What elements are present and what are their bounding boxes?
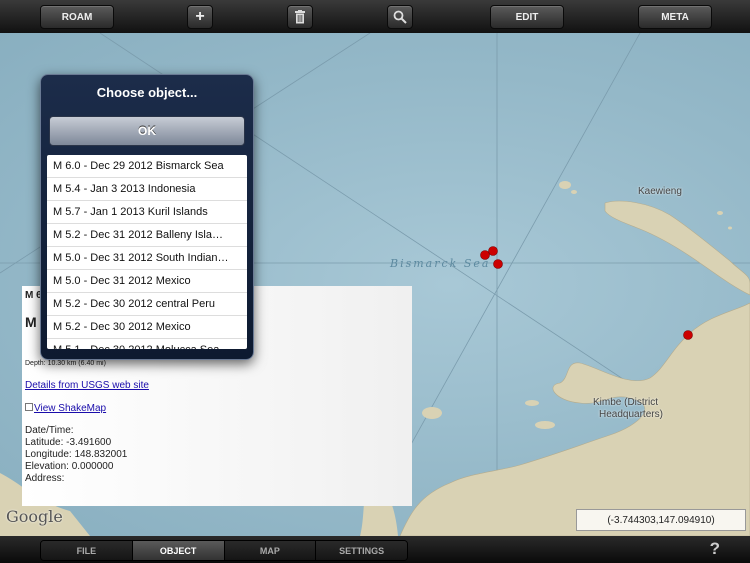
longitude-text: Longitude: 148.832001 — [25, 449, 128, 460]
trash-button[interactable] — [287, 5, 313, 29]
trash-icon — [295, 10, 305, 24]
place-label-kimbe-1: Kimbe (District — [593, 397, 659, 408]
details-link[interactable]: Details from USGS web site — [25, 380, 149, 391]
tab-segment: FILE OBJECT MAP SETTINGS — [40, 540, 408, 561]
elevation-text: Elevation: 0.000000 — [25, 461, 114, 472]
search-icon — [393, 10, 407, 24]
meta-button[interactable]: META — [638, 5, 712, 29]
datetime-label: Date/Time: — [25, 425, 74, 436]
object-list[interactable]: M 6.0 - Dec 29 2012 Bismarck Sea M 5.4 -… — [47, 155, 247, 349]
address-label: Address: — [25, 473, 65, 484]
tab-file[interactable]: FILE — [41, 541, 133, 560]
coordinate-readout: (-3.744303,147.094910) — [576, 509, 746, 531]
choose-object-popover: Choose object... OK M 6.0 - Dec 29 2012 … — [40, 74, 254, 360]
tab-settings[interactable]: SETTINGS — [316, 541, 407, 560]
shakemap-row: View ShakeMap — [25, 403, 106, 414]
list-item[interactable]: M 6.0 - Dec 29 2012 Bismarck Sea — [47, 155, 247, 178]
info-meta: Date/Time: Latitude: -3.491600 Longitude… — [25, 425, 127, 485]
search-button[interactable] — [387, 5, 413, 29]
popover-title: Choose object... — [96, 85, 198, 100]
help-button[interactable]: ? — [710, 539, 720, 559]
tab-map[interactable]: MAP — [224, 541, 317, 560]
earthquake-marker[interactable] — [488, 246, 498, 256]
list-item[interactable]: M 5.0 - Dec 31 2012 Mexico — [47, 270, 247, 293]
place-label-kimbe-2: Headquarters) — [599, 409, 663, 420]
latitude-text: Latitude: -3.491600 — [25, 437, 112, 448]
tab-object[interactable]: OBJECT — [132, 541, 225, 560]
edit-button[interactable]: EDIT — [490, 5, 564, 29]
earthquake-marker[interactable] — [493, 259, 503, 269]
shakemap-link[interactable]: View ShakeMap — [34, 403, 106, 414]
depth-text: Depth: 10.30 km (6.40 mi) — [25, 360, 106, 367]
top-toolbar: ROAM + EDIT META — [0, 0, 750, 34]
add-button[interactable]: + — [187, 5, 213, 29]
earthquake-marker[interactable] — [683, 330, 693, 340]
list-item[interactable]: M 5.2 - Dec 30 2012 Mexico — [47, 316, 247, 339]
bottom-bar: FILE OBJECT MAP SETTINGS ? — [0, 536, 750, 563]
list-item[interactable]: M 5.7 - Jan 1 2013 Kuril Islands — [47, 201, 247, 224]
place-label-kaewieng: Kaewieng — [638, 186, 682, 197]
sea-label: Bismarck Sea — [390, 257, 491, 270]
list-item[interactable]: M 5.0 - Dec 31 2012 South Indian… — [47, 247, 247, 270]
list-item[interactable]: M 5.2 - Dec 31 2012 Balleny Isla… — [47, 224, 247, 247]
roam-button[interactable]: ROAM — [40, 5, 114, 29]
list-item[interactable]: M 5.4 - Jan 3 2013 Indonesia — [47, 178, 247, 201]
list-item[interactable]: M 5.1 - Dec 30 2012 Molucca Sea — [47, 339, 247, 349]
image-icon — [25, 403, 33, 411]
info-partial-title: M — [25, 314, 37, 330]
ok-button[interactable]: OK — [49, 116, 245, 146]
list-item[interactable]: M 5.2 - Dec 30 2012 central Peru — [47, 293, 247, 316]
google-logo: Google — [6, 507, 63, 526]
